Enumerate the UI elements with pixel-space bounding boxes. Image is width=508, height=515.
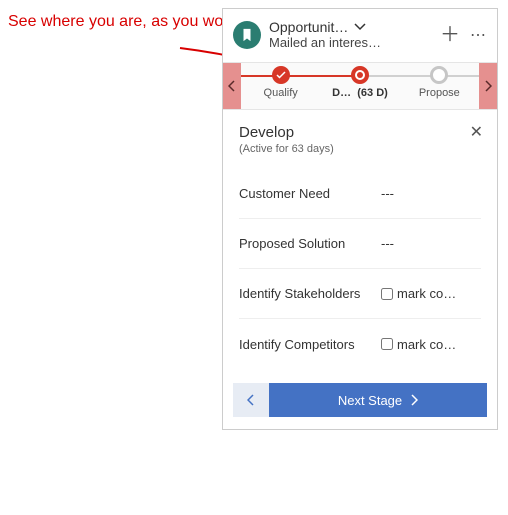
header-titles: Opportunit… Mailed an interes… bbox=[269, 19, 440, 50]
next-stage-label: Next Stage bbox=[338, 393, 402, 408]
next-stage-button[interactable]: Next Stage bbox=[269, 383, 487, 417]
future-stage-icon bbox=[430, 66, 448, 84]
field-label: Customer Need bbox=[239, 186, 381, 201]
stage-scroll-right[interactable] bbox=[479, 63, 497, 109]
close-icon[interactable]: ✕ bbox=[470, 122, 483, 142]
field-value[interactable]: --- bbox=[381, 236, 481, 251]
field-row[interactable]: Customer Need --- bbox=[239, 169, 481, 219]
field-label: Identify Competitors bbox=[239, 337, 381, 352]
field-value[interactable]: mark co… bbox=[381, 286, 481, 301]
stage-footer: Next Stage bbox=[223, 375, 497, 429]
bookmark-icon bbox=[240, 28, 254, 42]
stage-label: D… (63 D) bbox=[320, 87, 399, 99]
more-button[interactable]: ⋯ bbox=[470, 25, 487, 45]
mark-complete-checkbox[interactable] bbox=[381, 288, 393, 300]
field-row[interactable]: Proposed Solution --- bbox=[239, 219, 481, 269]
field-list: Customer Need --- Proposed Solution --- … bbox=[223, 165, 497, 375]
field-value[interactable]: --- bbox=[381, 186, 481, 201]
header-actions: ＋ ⋯ bbox=[440, 25, 487, 45]
chevron-down-icon[interactable] bbox=[354, 21, 366, 33]
stage-label: Qualify bbox=[241, 87, 320, 99]
active-stage-icon bbox=[351, 66, 369, 84]
previous-stage-button[interactable] bbox=[233, 383, 269, 417]
field-value[interactable]: mark co… bbox=[381, 337, 481, 352]
panel-header: Opportunit… Mailed an interes… ＋ ⋯ bbox=[223, 9, 497, 62]
record-title: Opportunit… bbox=[269, 19, 348, 35]
field-row[interactable]: Identify Competitors mark co… bbox=[239, 319, 481, 369]
stage-bar: Qualify D… (63 D) Propose bbox=[223, 62, 497, 110]
record-subtitle: Mailed an interes… bbox=[269, 35, 409, 50]
stage-label: Propose bbox=[400, 87, 479, 99]
check-icon bbox=[272, 66, 290, 84]
mark-complete-checkbox[interactable] bbox=[381, 338, 393, 350]
stage-scroll-left[interactable] bbox=[223, 63, 241, 109]
field-row[interactable]: Identify Stakeholders mark co… bbox=[239, 269, 481, 319]
add-button[interactable]: ＋ bbox=[440, 25, 460, 45]
chevron-right-icon bbox=[410, 394, 418, 406]
record-panel: Opportunit… Mailed an interes… ＋ ⋯ Quali… bbox=[222, 8, 498, 430]
stage-section-header: Develop (Active for 63 days) ✕ bbox=[223, 110, 497, 165]
stage-develop[interactable]: D… (63 D) bbox=[320, 63, 399, 109]
stage-propose[interactable]: Propose bbox=[400, 63, 479, 109]
record-type-icon bbox=[233, 21, 261, 49]
stage-subtitle: (Active for 63 days) bbox=[239, 143, 481, 155]
field-label: Identify Stakeholders bbox=[239, 286, 381, 301]
stage-track: Qualify D… (63 D) Propose bbox=[241, 63, 479, 109]
stage-title: Develop bbox=[239, 124, 481, 141]
checkbox-label: mark co… bbox=[397, 286, 456, 301]
checkbox-label: mark co… bbox=[397, 337, 456, 352]
field-label: Proposed Solution bbox=[239, 236, 381, 251]
stage-qualify[interactable]: Qualify bbox=[241, 63, 320, 109]
